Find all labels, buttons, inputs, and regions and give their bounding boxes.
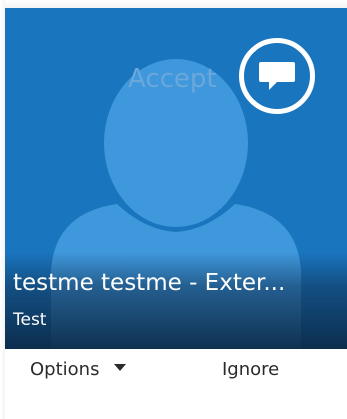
chat-button[interactable] bbox=[239, 38, 315, 114]
incoming-call-toast: Accept bbox=[5, 8, 347, 419]
chat-bubble-icon bbox=[259, 62, 295, 90]
caller-panel: Accept bbox=[5, 8, 347, 349]
chevron-down-icon bbox=[114, 364, 127, 371]
ignore-button[interactable]: Ignore bbox=[222, 359, 279, 380]
caller-info-overlay bbox=[5, 252, 347, 349]
options-button[interactable]: Options bbox=[30, 359, 127, 380]
caller-name: testme testme - Exter... bbox=[13, 270, 286, 296]
options-label: Options bbox=[30, 359, 100, 380]
caller-subtitle: Test bbox=[13, 310, 47, 330]
accept-button[interactable]: Accept bbox=[128, 64, 217, 94]
window-top-edge bbox=[0, 0, 347, 8]
